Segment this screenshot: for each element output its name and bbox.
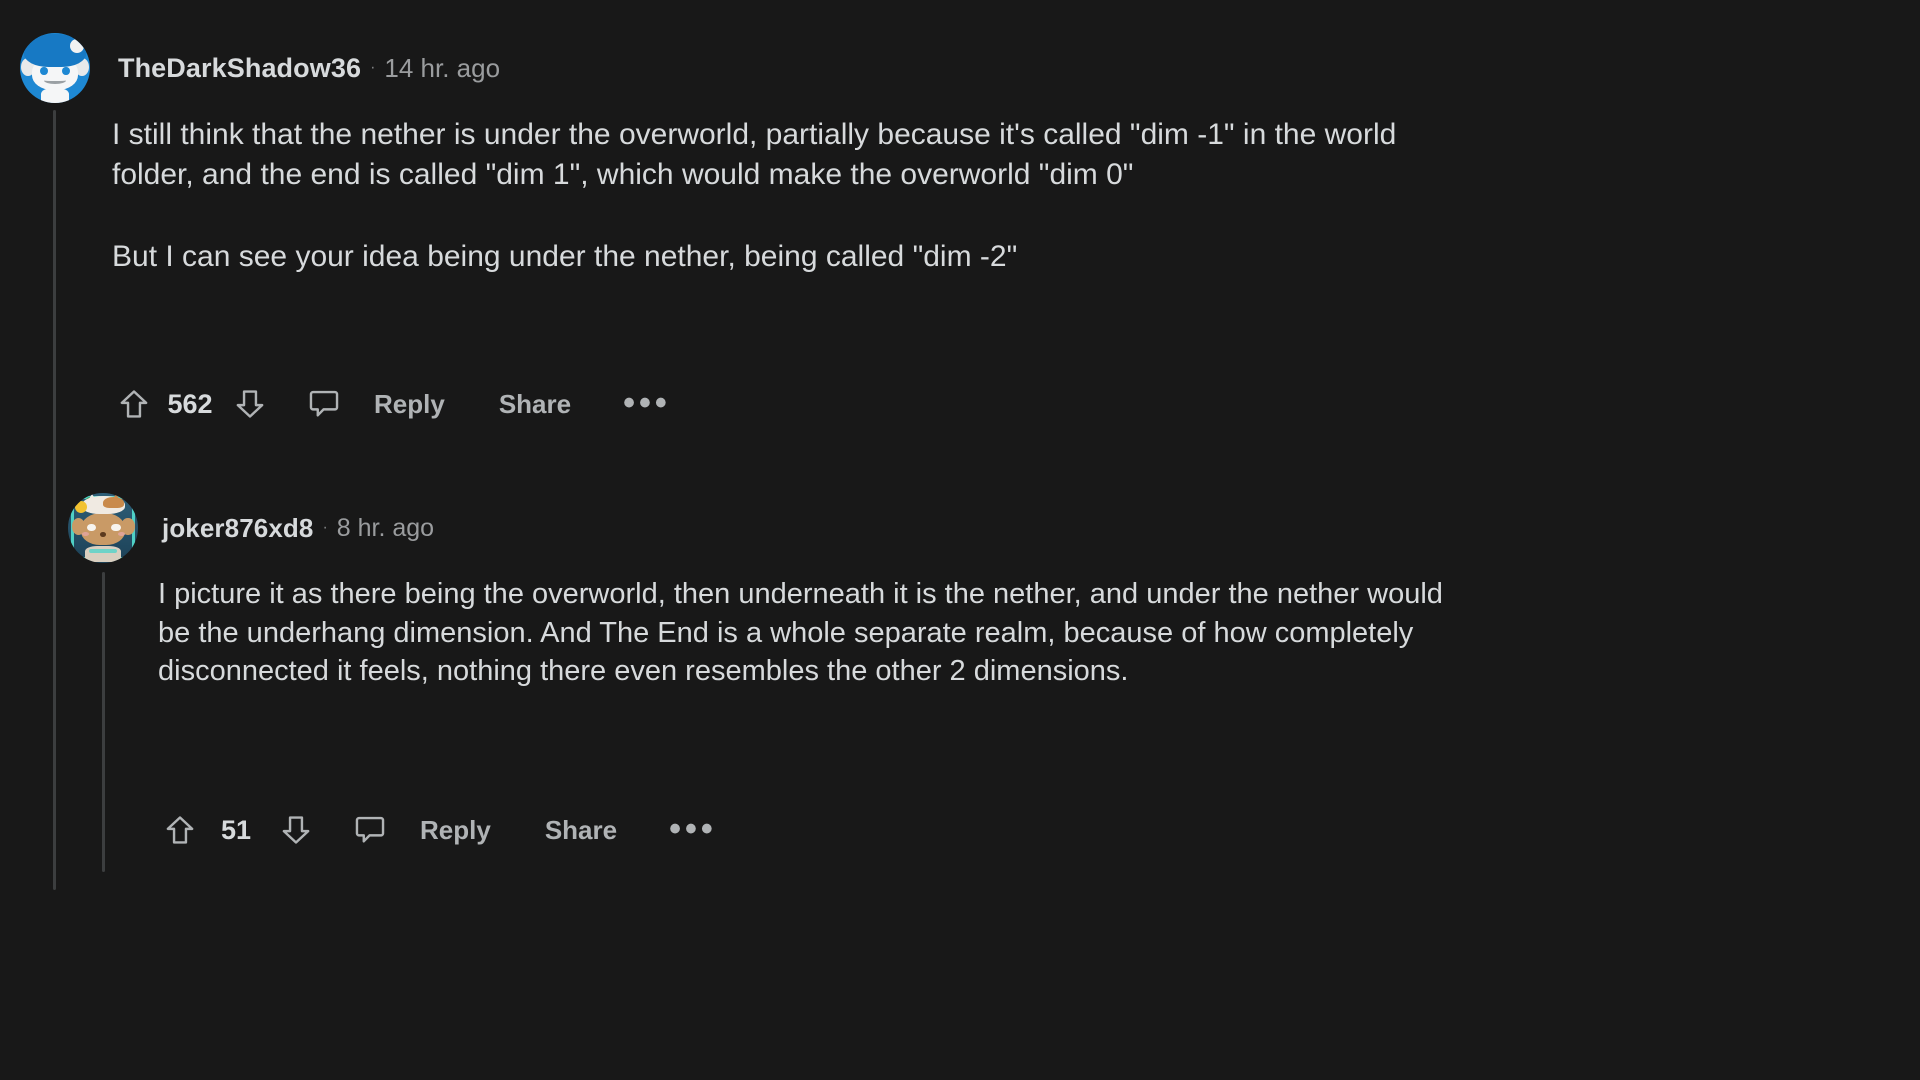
comment-header: TheDarkShadow36 · 14 hr. ago — [20, 33, 500, 103]
avatar[interactable] — [20, 33, 90, 103]
comment-timestamp: 8 hr. ago — [336, 513, 435, 542]
comment-header: joker876xd8 · 8 hr. ago — [68, 493, 434, 563]
vote-group: 51 — [158, 808, 318, 852]
vote-count: 562 — [167, 388, 213, 419]
comment-bubble-icon[interactable] — [302, 382, 346, 426]
comment-author-username[interactable]: joker876xd8 — [162, 513, 313, 544]
more-options-button[interactable]: ••• — [623, 387, 671, 420]
comment-timestamp: 14 hr. ago — [384, 52, 501, 83]
comment-author-username[interactable]: TheDarkShadow36 — [118, 53, 361, 84]
comment-paragraph: I still think that the nether is under t… — [112, 118, 1397, 191]
avatar[interactable] — [68, 493, 138, 563]
meta-separator: · — [322, 519, 328, 536]
comment-action-bar: 562 Reply Share ••• — [112, 382, 671, 426]
arrow-up-icon[interactable] — [112, 382, 156, 426]
reddit-snoo-tan-cat-hat-icon — [68, 493, 138, 563]
share-button[interactable]: Share — [545, 815, 617, 846]
vote-count: 51 — [220, 814, 252, 845]
comment-paragraph: But I can see your idea being under the … — [112, 239, 1018, 273]
meta-separator: · — [370, 59, 376, 76]
comment-body: I picture it as there being the overworl… — [158, 575, 1443, 691]
reply-button[interactable]: Reply — [374, 389, 445, 420]
comment-body: I still think that the nether is under t… — [112, 115, 1442, 277]
reply-button[interactable]: Reply — [420, 815, 491, 846]
arrow-up-icon[interactable] — [158, 808, 202, 852]
comment-action-bar: 51 Reply Share ••• — [158, 808, 717, 852]
more-options-button[interactable]: ••• — [669, 813, 717, 846]
comment-paragraph: I picture it as there being the overworl… — [158, 578, 1443, 688]
arrow-down-icon[interactable] — [274, 808, 318, 852]
vote-group: 562 — [112, 382, 272, 426]
comment-bubble-icon[interactable] — [348, 808, 392, 852]
share-button[interactable]: Share — [499, 389, 571, 420]
thread-collapse-line[interactable] — [102, 572, 105, 872]
arrow-down-icon[interactable] — [228, 382, 272, 426]
thread-collapse-line[interactable] — [53, 110, 56, 890]
reddit-snoo-blue-beanie-icon — [20, 33, 90, 103]
